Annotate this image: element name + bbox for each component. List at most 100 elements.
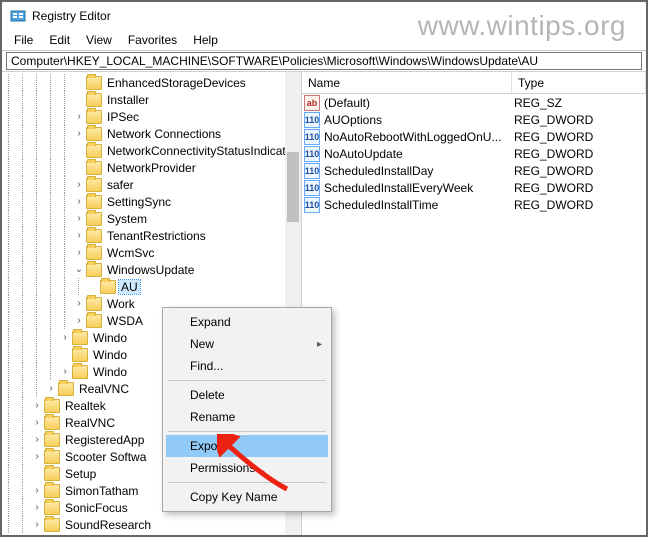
menu-separator [168,431,326,432]
expander-closed-icon[interactable]: › [44,380,58,397]
expander-closed-icon[interactable]: › [30,482,44,499]
tree-node[interactable]: ›System [2,210,301,227]
expander-closed-icon[interactable]: › [58,329,72,346]
expander-closed-icon[interactable]: › [72,312,86,329]
value-name: ScheduledInstallEveryWeek [324,181,514,195]
col-type[interactable]: Type [512,72,646,93]
expander-closed-icon[interactable]: › [30,499,44,516]
folder-icon [86,110,102,124]
tree-label: RealVNC [77,382,131,396]
tree-node[interactable]: NetworkProvider [2,159,301,176]
tree-node[interactable]: ›TenantRestrictions [2,227,301,244]
value-row[interactable]: 110AUOptionsREG_DWORD [302,111,646,128]
expander-closed-icon[interactable]: › [30,516,44,533]
tree-node[interactable]: ›safer [2,176,301,193]
value-name: (Default) [324,96,514,110]
expander-closed-icon[interactable]: › [30,448,44,465]
expander-closed-icon[interactable]: › [72,295,86,312]
tree-node[interactable]: ›SoundResearch [2,516,301,533]
address-input[interactable] [6,52,642,70]
expander-closed-icon[interactable]: › [30,414,44,431]
menu-item-export[interactable]: Export... [166,435,328,457]
list-header[interactable]: Name Type [302,72,646,94]
menu-separator [168,482,326,483]
tree-node[interactable]: EnhancedStorageDevices [2,74,301,91]
expander-closed-icon[interactable]: › [72,176,86,193]
expander-closed-icon[interactable]: › [30,431,44,448]
menu-file[interactable]: File [6,32,41,48]
folder-icon [44,416,60,430]
expander-none [58,346,72,363]
folder-icon [86,161,102,175]
menu-item-expand[interactable]: Expand [166,311,328,333]
dword-value-icon: 110 [304,112,320,128]
expander-closed-icon[interactable]: › [30,397,44,414]
menu-view[interactable]: View [78,32,120,48]
menu-item-delete[interactable]: Delete [166,384,328,406]
tree-label: SimonTatham [63,484,140,498]
expander-closed-icon[interactable]: › [72,193,86,210]
menu-item-permissions[interactable]: Permissions... [166,457,328,479]
tree-node[interactable]: ›SettingSync [2,193,301,210]
folder-icon [86,93,102,107]
tree-label: Scooter Softwa [63,450,148,464]
tree-label: Installer [105,93,151,107]
value-row[interactable]: 110ScheduledInstallTimeREG_DWORD [302,196,646,213]
expander-closed-icon[interactable]: › [72,244,86,261]
value-name: ScheduledInstallTime [324,198,514,212]
expander-closed-icon[interactable]: › [72,108,86,125]
tree-node[interactable]: › IPSec [2,108,301,125]
menu-help[interactable]: Help [185,32,226,48]
values-pane[interactable]: Name Type ab(Default)REG_SZ110AUOptionsR… [302,72,646,535]
title-bar: Registry Editor [2,2,646,30]
tree-label: AU [119,280,140,294]
tree-label: SonicFocus [63,501,130,515]
folder-icon [86,263,102,277]
folder-icon [86,212,102,226]
menu-bar[interactable]: File Edit View Favorites Help [2,30,646,50]
expander-none [30,465,44,482]
menu-favorites[interactable]: Favorites [120,32,185,48]
folder-icon [44,399,60,413]
folder-icon [44,518,60,532]
menu-item-rename[interactable]: Rename [166,406,328,428]
value-name: NoAutoUpdate [324,147,514,161]
dword-value-icon: 110 [304,129,320,145]
menu-item-find[interactable]: Find... [166,355,328,377]
folder-icon [86,297,102,311]
tree-node[interactable]: ⌄WindowsUpdate [2,261,301,278]
value-name: AUOptions [324,113,514,127]
tree-node[interactable]: ›Network Connections [2,125,301,142]
tree-node[interactable]: NetworkConnectivityStatusIndicator [2,142,301,159]
expander-closed-icon[interactable]: › [72,227,86,244]
value-row[interactable]: 110NoAutoUpdateREG_DWORD [302,145,646,162]
expander-open-icon[interactable]: ⌄ [72,261,86,278]
value-row[interactable]: 110NoAutoRebootWithLoggedOnU...REG_DWORD [302,128,646,145]
menu-item-copy-key-name[interactable]: Copy Key Name [166,486,328,508]
menu-edit[interactable]: Edit [41,32,78,48]
menu-item-new[interactable]: New [166,333,328,355]
expander-closed-icon[interactable]: › [72,210,86,227]
context-menu[interactable]: ExpandNewFind... DeleteRename Export...Per… [162,307,332,512]
value-name: ScheduledInstallDay [324,164,514,178]
expander-closed-icon[interactable]: › [58,363,72,380]
folder-icon [86,144,102,158]
folder-icon [72,365,88,379]
col-name[interactable]: Name [302,72,512,93]
tree-node[interactable]: Installer [2,91,301,108]
value-row[interactable]: 110ScheduledInstallEveryWeekREG_DWORD [302,179,646,196]
value-row[interactable]: ab(Default)REG_SZ [302,94,646,111]
address-bar [2,50,646,72]
folder-icon [86,314,102,328]
expander-none [72,91,86,108]
value-row[interactable]: 110ScheduledInstallDayREG_DWORD [302,162,646,179]
tree-label: NetworkProvider [105,161,198,175]
scrollbar-thumb[interactable] [287,152,299,222]
tree-node[interactable]: AU [2,278,301,295]
tree-node[interactable]: ›WcmSvc [2,244,301,261]
folder-icon [86,76,102,90]
expander-none [72,74,86,91]
tree-label: IPSec [105,110,141,124]
tree-label: Realtek [63,399,108,413]
expander-closed-icon[interactable]: › [72,125,86,142]
